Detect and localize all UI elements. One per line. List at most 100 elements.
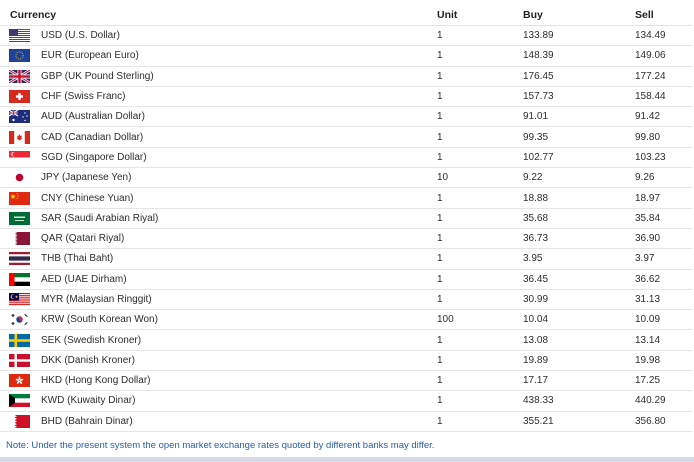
unit-cell: 1 xyxy=(437,233,443,245)
currency-label: THB (Thai Baht) xyxy=(41,253,114,265)
currency-cell: USD (U.S. Dollar) xyxy=(0,29,437,43)
sell-cell: 91.42 xyxy=(635,111,661,123)
kr-flag-icon xyxy=(9,313,30,327)
buy-cell: 13.08 xyxy=(523,334,549,346)
header-buy: Buy xyxy=(523,8,543,21)
currency-label: AED (UAE Dirham) xyxy=(41,273,127,285)
bottom-bar xyxy=(0,457,694,462)
qa-flag-icon xyxy=(9,232,30,246)
currency-cell: HKD (Hong Kong Dollar) xyxy=(0,374,437,388)
currency-cell: DKK (Danish Kroner) xyxy=(0,353,437,367)
currency-label: SEK (Swedish Kroner) xyxy=(41,334,142,346)
table-row: THB (Thai Baht) 1 3.95 3.97 xyxy=(0,249,692,270)
sell-cell: 177.24 xyxy=(635,70,666,82)
table-row: MYR (Malaysian Ringgit) 1 30.99 31.13 xyxy=(0,290,692,311)
buy-cell: 3.95 xyxy=(523,253,543,265)
currency-label: KRW (South Korean Won) xyxy=(41,314,158,326)
unit-cell: 1 xyxy=(437,395,443,407)
se-flag-icon xyxy=(9,333,30,347)
jp-flag-icon xyxy=(9,171,30,185)
currency-cell: SGD (Singapore Dollar) xyxy=(0,150,437,164)
cn-flag-icon xyxy=(9,191,30,205)
sell-cell: 18.97 xyxy=(635,192,661,204)
unit-cell: 1 xyxy=(437,212,443,224)
au-flag-icon xyxy=(9,110,30,124)
header-currency: Currency xyxy=(10,8,57,21)
disclaimer-note: Note: Under the present system the open … xyxy=(6,440,435,451)
currency-cell: QAR (Qatari Riyal) xyxy=(0,232,437,246)
my-flag-icon xyxy=(9,293,30,306)
eu-flag-icon xyxy=(9,49,30,63)
buy-cell: 91.01 xyxy=(523,111,549,123)
sell-cell: 31.13 xyxy=(635,294,661,305)
currency-cell: SEK (Swedish Kroner) xyxy=(0,333,437,347)
buy-cell: 102.77 xyxy=(523,151,554,163)
currency-cell: AED (UAE Dirham) xyxy=(0,272,437,286)
unit-cell: 1 xyxy=(437,273,443,285)
ca-flag-icon xyxy=(9,130,30,144)
sell-cell: 356.80 xyxy=(635,415,666,427)
sell-cell: 134.49 xyxy=(635,30,666,42)
currency-cell: CAD (Canadian Dollar) xyxy=(0,130,437,144)
currency-label: CAD (Canadian Dollar) xyxy=(41,131,144,143)
unit-cell: 1 xyxy=(437,354,443,366)
buy-cell: 35.68 xyxy=(523,212,549,224)
buy-cell: 157.73 xyxy=(523,91,554,103)
kw-flag-icon xyxy=(9,394,30,408)
currency-cell: CNY (Chinese Yuan) xyxy=(0,191,437,205)
buy-cell: 99.35 xyxy=(523,131,549,143)
table-row: CHF (Swiss Franc) 1 157.73 158.44 xyxy=(0,87,692,108)
currency-cell: BHD (Bahrain Dinar) xyxy=(0,414,437,428)
ae-flag-icon xyxy=(9,272,30,286)
unit-cell: 1 xyxy=(437,253,443,265)
buy-cell: 355.21 xyxy=(523,415,554,427)
buy-cell: 36.45 xyxy=(523,273,549,285)
unit-cell: 1 xyxy=(437,294,443,305)
table-row: SEK (Swedish Kroner) 1 13.08 13.14 xyxy=(0,330,692,351)
buy-cell: 133.89 xyxy=(523,30,554,42)
sell-cell: 17.25 xyxy=(635,375,661,387)
th-flag-icon xyxy=(9,252,30,266)
table-header: Currency Unit Buy Sell xyxy=(0,4,692,26)
bh-flag-icon xyxy=(9,414,30,428)
table-row: CNY (Chinese Yuan) 1 18.88 18.97 xyxy=(0,188,692,209)
buy-cell: 36.73 xyxy=(523,233,549,245)
unit-cell: 1 xyxy=(437,375,443,387)
unit-cell: 1 xyxy=(437,30,443,42)
table-row: BHD (Bahrain Dinar) 1 355.21 356.80 xyxy=(0,412,692,432)
sell-cell: 158.44 xyxy=(635,91,666,103)
sell-cell: 36.90 xyxy=(635,233,661,245)
currency-label: BHD (Bahrain Dinar) xyxy=(41,415,133,427)
gb-flag-icon xyxy=(9,69,30,83)
currency-label: SGD (Singapore Dollar) xyxy=(41,151,147,163)
table-row: AUD (Australian Dollar) 1 91.01 91.42 xyxy=(0,107,692,128)
buy-cell: 19.89 xyxy=(523,354,549,366)
unit-cell: 1 xyxy=(437,192,443,204)
sg-flag-icon xyxy=(9,150,30,164)
unit-cell: 100 xyxy=(437,314,454,326)
currency-label: HKD (Hong Kong Dollar) xyxy=(41,375,151,387)
buy-cell: 176.45 xyxy=(523,70,554,82)
exchange-rate-table: Currency Unit Buy Sell USD (U.S. Dollar)… xyxy=(0,4,692,432)
unit-cell: 1 xyxy=(437,111,443,123)
table-body: USD (U.S. Dollar) 1 133.89 134.49 EUR (Europ… xyxy=(0,26,692,432)
sell-cell: 3.97 xyxy=(635,253,655,265)
table-row: KRW (South Korean Won) 100 10.04 10.09 xyxy=(0,310,692,331)
currency-cell: THB (Thai Baht) xyxy=(0,252,437,266)
currency-label: SAR (Saudi Arabian Riyal) xyxy=(41,212,159,224)
currency-label: KWD (Kuwaity Dinar) xyxy=(41,395,136,407)
ch-flag-icon xyxy=(9,90,30,104)
currency-label: USD (U.S. Dollar) xyxy=(41,30,120,42)
hk-flag-icon xyxy=(9,374,30,388)
sell-cell: 10.09 xyxy=(635,314,661,326)
unit-cell: 1 xyxy=(437,91,443,103)
sell-cell: 13.14 xyxy=(635,334,661,346)
table-row: SAR (Saudi Arabian Riyal) 1 35.68 35.84 xyxy=(0,209,692,229)
buy-cell: 148.39 xyxy=(523,50,554,62)
currency-cell: GBP (UK Pound Sterling) xyxy=(0,69,437,83)
unit-cell: 1 xyxy=(437,131,443,143)
currency-label: DKK (Danish Kroner) xyxy=(41,354,135,366)
unit-cell: 1 xyxy=(437,334,443,346)
currency-label: EUR (European Euro) xyxy=(41,50,139,62)
unit-cell: 1 xyxy=(437,70,443,82)
